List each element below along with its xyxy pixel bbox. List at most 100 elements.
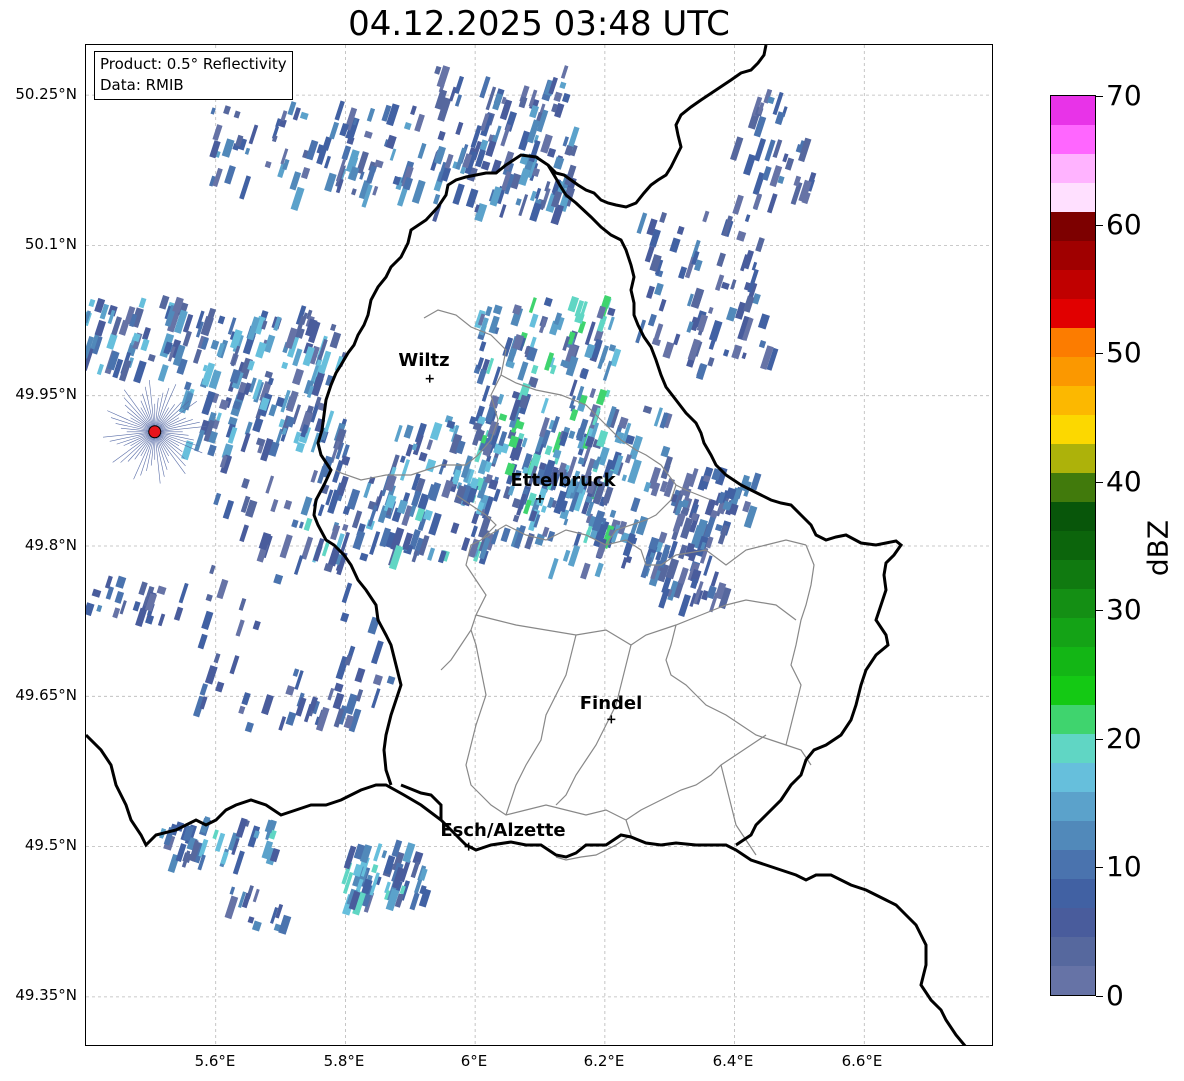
colorbar-tick [1096,738,1103,740]
reflectivity-echo [411,179,426,204]
colorbar-segment [1051,241,1095,270]
reflectivity-echo [437,130,446,141]
reflectivity-echo [323,155,331,169]
reflectivity-echo [678,594,691,618]
reflectivity-echo [485,306,493,317]
reflectivity-echo [607,316,615,331]
reflectivity-echo [229,655,240,675]
lon-tick-label: 6°E [460,1052,488,1070]
reflectivity-echo [385,134,397,150]
reflectivity-echo [529,202,542,222]
reflectivity-echo [530,364,539,375]
city-label-wiltz: Wiltz [398,350,450,371]
reflectivity-echo [403,121,412,131]
reflectivity-echo [327,687,335,701]
reflectivity-echo [540,505,547,513]
colorbar-tick-label: 60 [1106,207,1142,241]
colorbar-tick-label: 0 [1106,979,1124,1012]
colorbar [1050,95,1096,996]
reflectivity-echo [702,210,710,223]
reflectivity-echo [205,307,217,324]
reflectivity-echo [394,424,403,443]
reflectivity-echo [405,443,414,457]
reflectivity-echo [173,606,184,621]
reflectivity-echo [333,682,344,693]
reflectivity-echo [621,474,628,482]
reflectivity-echo [330,524,341,541]
reflectivity-echo [213,653,221,664]
reflectivity-echo [454,94,463,107]
colorbar-segment [1051,96,1095,125]
reflectivity-echo [743,153,757,176]
city-marker-icon [425,374,434,383]
reflectivity-echo [138,297,147,309]
canton-boundary [720,764,757,856]
reflectivity-echo [543,297,553,307]
reflectivity-echo [283,499,293,510]
radar-site-icon [148,425,162,439]
lat-tick-label: 49.95°N [15,385,77,403]
reflectivity-echo [624,453,632,464]
reflectivity-echo [340,612,350,623]
lat-tick-label: 50.25°N [15,85,77,103]
colorbar-segment [1051,357,1095,386]
reflectivity-echo [222,499,235,520]
reflectivity-echo [290,186,305,211]
city-label-findel: Findel [579,693,643,714]
reflectivity-echo [210,107,216,115]
reflectivity-echo [750,472,762,491]
colorbar-segment [1051,386,1095,415]
reflectivity-echo [499,204,507,218]
reflectivity-echo [399,455,406,464]
colorbar-segment [1051,589,1095,618]
reflectivity-echo [599,345,610,363]
reflectivity-echo [278,716,287,731]
reflectivity-echo [427,547,436,561]
reflectivity-echo [372,185,379,196]
reflectivity-echo [673,333,681,346]
reflectivity-echo [492,488,501,502]
reflectivity-echo [300,496,313,516]
reflectivity-echo [669,237,681,253]
reflectivity-echo [647,313,657,327]
reflectivity-echo [291,519,299,528]
reflectivity-echo [730,279,737,290]
radar-map[interactable] [85,44,993,1046]
canton-boundary [665,624,812,766]
reflectivity-echo [252,620,261,631]
reflectivity-echo [341,523,349,532]
reflectivity-echo [299,111,309,120]
reflectivity-echo [270,498,279,513]
reflectivity-echo [450,522,460,535]
reflectivity-echoes [86,65,817,935]
reflectivity-echo [653,323,664,341]
colorbar-segment [1051,531,1095,560]
reflectivity-echo [239,175,252,200]
reflectivity-echo [354,667,366,683]
reflectivity-echo [553,91,563,103]
reflectivity-echo [741,352,747,360]
reflectivity-echo [381,850,388,859]
radar-clutter-ray [133,431,156,480]
reflectivity-echo [229,886,236,895]
reflectivity-echo [636,212,648,234]
reflectivity-echo [627,458,642,485]
reflectivity-echo [658,531,668,544]
colorbar-tick-label: 70 [1106,79,1142,112]
reflectivity-echo [252,417,264,433]
reflectivity-echo [660,445,671,458]
reflectivity-echo [216,412,222,422]
reflectivity-echo [678,567,689,585]
reflectivity-echo [215,681,225,693]
reflectivity-echo [529,336,537,349]
reflectivity-echo [233,110,241,119]
reflectivity-echo [645,285,655,299]
reflectivity-echo [324,172,337,193]
reflectivity-echo [329,121,340,140]
reflectivity-echo [285,685,295,696]
reflectivity-echo [359,552,369,562]
canton-boundary [555,819,632,861]
reflectivity-echo [371,688,381,709]
colorbar-tick-label: 40 [1106,464,1142,498]
reflectivity-echo [133,360,147,384]
